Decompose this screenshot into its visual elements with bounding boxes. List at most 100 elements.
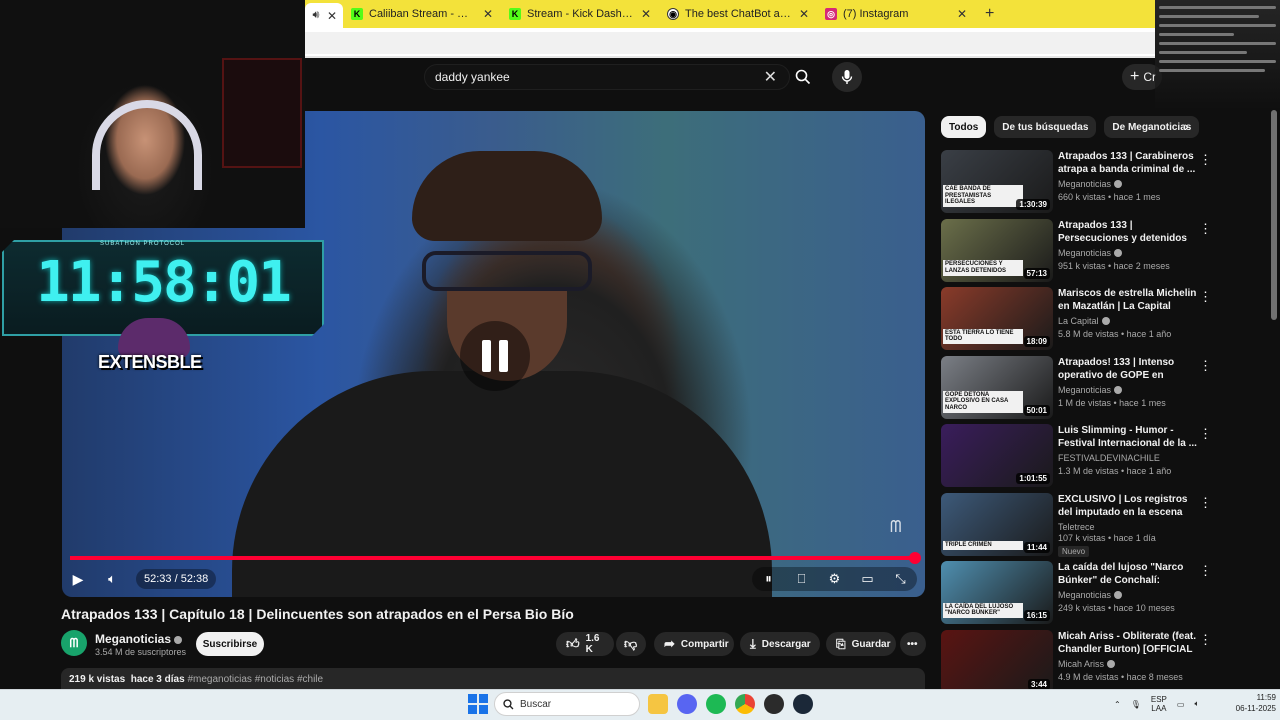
volume-icon[interactable]: 🔈︎: [1194, 699, 1199, 709]
more-vertical-icon[interactable]: ⋮: [1199, 358, 1212, 374]
video-thumbnail[interactable]: CAE BANDA DE PRESTAMISTAS ILEGALES 1:30:3…: [941, 150, 1053, 213]
recommendation-channel[interactable]: Meganoticias: [1058, 590, 1123, 600]
obs-icon[interactable]: [764, 694, 784, 714]
new-tab-button[interactable]: +: [975, 0, 1004, 28]
chevron-up-icon[interactable]: ⌃: [1114, 700, 1121, 709]
subscribe-button[interactable]: Suscribirse: [196, 632, 264, 656]
recommendation-item[interactable]: TRIPLE CRIMEN 11:44 EXCLUSIVO | Los regist…: [941, 492, 1216, 562]
tab-caliiban-stream[interactable]: K Caliiban Stream - Watch Live on Kick ✕: [343, 0, 501, 28]
autoplay-toggle-icon[interactable]: ⏸︎: [759, 569, 779, 589]
more-vertical-icon[interactable]: ⋮: [1199, 563, 1212, 579]
tab-close-icon[interactable]: ✕: [483, 7, 493, 21]
share-button[interactable]: ➦ Compartir: [654, 632, 734, 656]
progress-bar[interactable]: [70, 552, 922, 564]
windows-start-icon[interactable]: [468, 694, 488, 714]
taskbar-search[interactable]: Buscar: [494, 692, 640, 716]
tab-close-icon[interactable]: ✕: [327, 9, 337, 23]
recommendation-channel[interactable]: Teletrece: [1058, 522, 1095, 532]
download-button[interactable]: ⤓ Descargar: [740, 632, 820, 656]
voice-search-button[interactable]: [832, 62, 862, 92]
chip-de-tus-busquedas[interactable]: De tus búsquedas: [994, 116, 1097, 138]
more-actions-button[interactable]: •••: [900, 632, 926, 656]
like-button[interactable]: 👍︎ 1.6 K: [556, 632, 614, 656]
video-thumbnail[interactable]: GOPE DETONA EXPLOSIVO EN CASA NARCO 50:01: [941, 355, 1053, 419]
save-button[interactable]: ⎘ Guardar: [826, 632, 896, 656]
recommendation-title[interactable]: EXCLUSIVO | Los registros del imputado e…: [1058, 493, 1198, 519]
more-vertical-icon[interactable]: ⋮: [1199, 152, 1212, 168]
subtitles-icon[interactable]: ⎕: [792, 569, 812, 589]
play-icon[interactable]: ▶: [68, 569, 88, 589]
clear-search-icon[interactable]: ✕: [764, 67, 777, 87]
more-vertical-icon[interactable]: ⋮: [1199, 632, 1212, 648]
recommendation-channel[interactable]: Micah Ariss: [1058, 659, 1116, 669]
search-input[interactable]: daddy yankee ✕: [424, 64, 790, 90]
recommendation-title[interactable]: La caída del lujoso "Narco Búnker" de Co…: [1058, 561, 1198, 587]
dislike-button[interactable]: 👎︎: [616, 632, 646, 656]
video-thumbnail[interactable]: 3:44: [941, 629, 1053, 693]
recommendation-title[interactable]: Atrapados 133 | Persecuciones y detenido…: [1058, 219, 1198, 245]
more-vertical-icon[interactable]: ⋮: [1199, 426, 1212, 442]
spotify-icon[interactable]: [706, 694, 726, 714]
language-indicator[interactable]: ESP LAA: [1151, 695, 1167, 713]
volume-icon[interactable]: 🔈︎: [102, 569, 122, 589]
tab-kick-dashboard[interactable]: K Stream - Kick Dashboard ✕: [501, 0, 659, 28]
headset-image: [92, 100, 202, 190]
search-button[interactable]: [786, 64, 820, 90]
recommendation-item[interactable]: 3:44 Micah Ariss - Obliterate (feat. Chan…: [941, 629, 1216, 699]
recommendation-item[interactable]: PERSECUCIONES Y LANZAS DETENIDOS 57:13 Atr…: [941, 218, 1216, 288]
recommendation-title[interactable]: Atrapados! 133 | Intenso operativo de GO…: [1058, 356, 1198, 382]
display-icon[interactable]: ▭: [1177, 700, 1185, 709]
chip-todos[interactable]: Todos: [941, 116, 987, 138]
recommendation-item[interactable]: GOPE DETONA EXPLOSIVO EN CASA NARCO 50:01…: [941, 355, 1216, 425]
channel-avatar[interactable]: ᗰ: [61, 630, 87, 656]
chrome-icon[interactable]: [735, 694, 755, 714]
chevron-right-icon[interactable]: ›: [1184, 118, 1189, 134]
video-thumbnail[interactable]: PERSECUCIONES Y LANZAS DETENIDOS 57:13: [941, 218, 1053, 282]
recommendation-title[interactable]: Mariscos de estrella Michelin en Mazatlá…: [1058, 287, 1198, 313]
recommendation-title[interactable]: Luis Slimming - Humor - Festival Interna…: [1058, 424, 1198, 450]
recommendation-item[interactable]: CAE BANDA DE PRESTAMISTAS ILEGALES 1:30:3…: [941, 150, 1216, 219]
center-pause-button[interactable]: [460, 321, 530, 391]
recommendation-item[interactable]: LA CAÍDA DEL LUJOSO "NARCO BÚNKER" 16:15 L…: [941, 561, 1216, 630]
theater-mode-icon[interactable]: ▭: [858, 569, 878, 589]
tab-close-icon[interactable]: ✕: [957, 7, 967, 21]
more-vertical-icon[interactable]: ⋮: [1199, 221, 1212, 237]
video-thumbnail[interactable]: 1:01:55: [941, 424, 1053, 487]
video-thumbnail[interactable]: ESTA TIERRA LO TIENE TODO 18:09: [941, 287, 1053, 350]
recommendation-title[interactable]: Micah Ariss - Obliterate (feat. Chandler…: [1058, 630, 1198, 656]
channel-name[interactable]: Meganoticias: [95, 632, 183, 646]
tab-close-icon[interactable]: ✕: [641, 7, 651, 21]
more-vertical-icon[interactable]: ⋮: [1199, 289, 1212, 305]
discord-icon[interactable]: [677, 694, 697, 714]
system-clock[interactable]: 11:59 06-11-2025: [1222, 692, 1276, 714]
hashtags[interactable]: #meganoticias #noticias #chile: [187, 674, 323, 685]
recommendation-channel[interactable]: Meganoticias: [1058, 385, 1123, 395]
windows-taskbar: [0, 689, 1280, 720]
file-explorer-icon[interactable]: [648, 694, 668, 714]
tab-close-icon[interactable]: ✕: [799, 7, 809, 21]
address-bar[interactable]: [305, 28, 1155, 58]
recommendation-item[interactable]: ESTA TIERRA LO TIENE TODO 18:09 Mariscos d…: [941, 287, 1216, 356]
channel-watermark-icon[interactable]: ᗰ: [890, 519, 916, 541]
scrollbar[interactable]: [1271, 110, 1277, 320]
microphone-icon[interactable]: 🎙︎: [1131, 700, 1141, 709]
recommendation-channel[interactable]: La Capital: [1058, 316, 1110, 326]
instagram-icon: ◎: [825, 8, 837, 20]
recommendation-channel[interactable]: Meganoticias: [1058, 248, 1123, 258]
tab-current[interactable]: 🔊︎ ✕: [305, 3, 343, 28]
settings-gear-icon[interactable]: ⚙: [825, 569, 845, 589]
more-vertical-icon[interactable]: ⋮: [1199, 495, 1212, 511]
player-controls-left: ▶ 🔈︎ 52:33 / 52:38: [68, 567, 217, 591]
tab-instagram[interactable]: ◎ (7) Instagram ✕: [817, 0, 975, 28]
steam-icon[interactable]: [793, 694, 813, 714]
video-thumbnail[interactable]: LA CAÍDA DEL LUJOSO "NARCO BÚNKER" 16:15: [941, 561, 1053, 624]
recommendation-title[interactable]: Atrapados 133 | Carabineros atrapa a ban…: [1058, 150, 1198, 176]
scrubber-handle[interactable]: [909, 552, 922, 564]
exit-fullscreen-icon[interactable]: ⤡: [891, 569, 911, 589]
recommendation-item[interactable]: 1:01:55 Luis Slimming - Humor - Festival …: [941, 424, 1216, 493]
recommendation-channel[interactable]: Meganoticias: [1058, 179, 1123, 189]
search-query[interactable]: daddy yankee: [435, 70, 764, 84]
tab-chatbot-widgets[interactable]: ◉ The best ChatBot and Widgets ✕: [659, 0, 817, 28]
recommendation-channel[interactable]: FESTIVALDEVINACHILE: [1058, 453, 1160, 463]
video-thumbnail[interactable]: TRIPLE CRIMEN 11:44: [941, 492, 1053, 556]
